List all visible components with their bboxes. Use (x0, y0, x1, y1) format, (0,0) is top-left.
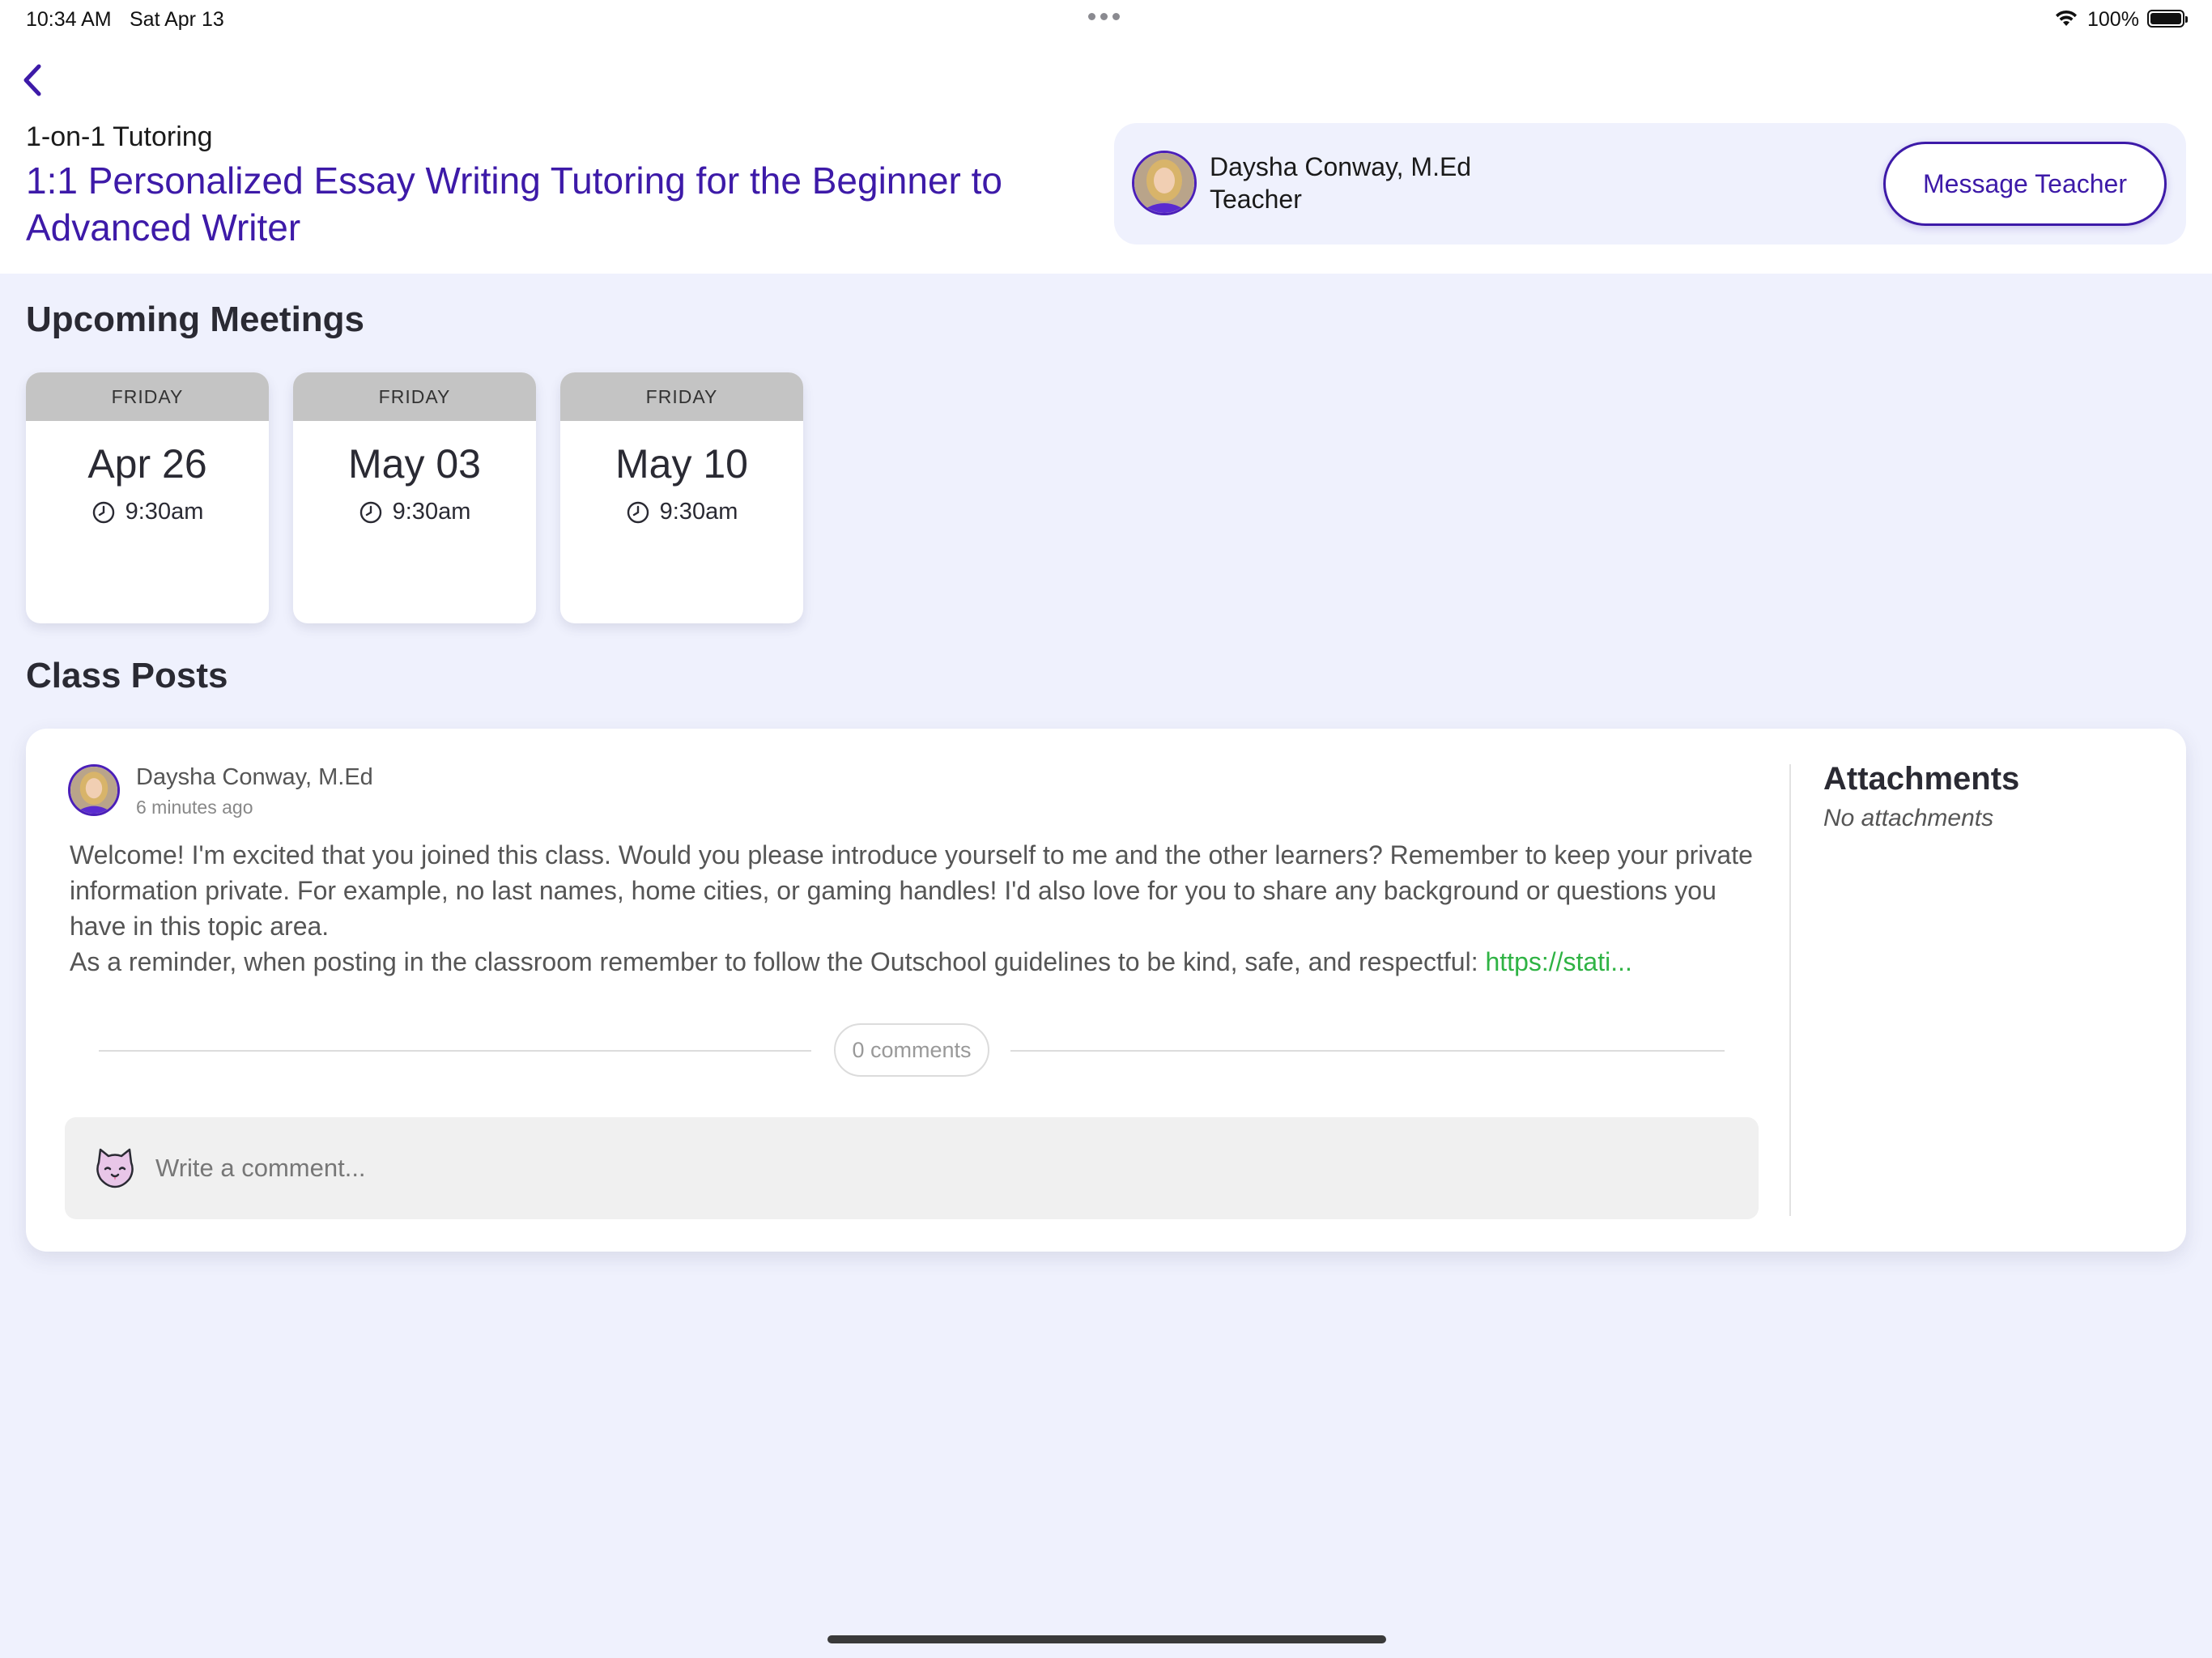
comments-count-button[interactable]: 0 comments (834, 1023, 989, 1077)
cat-mascot-icon (96, 1148, 134, 1188)
meeting-card[interactable]: FRIDAY May 10 9:30am (560, 372, 803, 623)
meeting-card[interactable]: FRIDAY May 03 9:30am (293, 372, 536, 623)
guidelines-link[interactable]: https://stati... (1485, 947, 1631, 976)
wifi-icon (2056, 10, 2077, 26)
post-timestamp: 6 minutes ago (136, 797, 253, 818)
comments-divider (99, 1050, 811, 1052)
meeting-date: Apr 26 (87, 441, 207, 487)
post-paragraph: Welcome! I'm excited that you joined thi… (70, 840, 1753, 941)
clock-icon (359, 501, 381, 523)
meeting-card[interactable]: FRIDAY Apr 26 9:30am (26, 372, 269, 623)
upcoming-meetings-title: Upcoming Meetings (26, 300, 365, 339)
meeting-day: FRIDAY (560, 372, 803, 421)
teacher-name: Daysha Conway, M.Ed (1210, 152, 1472, 181)
attachments-title: Attachments (1823, 761, 2020, 797)
post-paragraph: As a reminder, when posting in the class… (70, 944, 1770, 980)
meeting-date: May 03 (348, 441, 481, 487)
comment-input[interactable] (155, 1150, 1694, 1187)
home-indicator[interactable] (827, 1635, 1386, 1643)
meeting-time: 9:30am (125, 499, 204, 525)
post-author-avatar[interactable] (68, 764, 120, 816)
post-author-name[interactable]: Daysha Conway, M.Ed (136, 764, 373, 791)
clock-icon (627, 501, 649, 523)
class-posts-title: Class Posts (26, 656, 228, 695)
meeting-time-row: 9:30am (293, 499, 536, 525)
comments-divider (1010, 1050, 1725, 1052)
message-teacher-button[interactable]: Message Teacher (1883, 142, 2167, 226)
teacher-avatar[interactable] (1132, 151, 1197, 215)
multitasking-dots-icon[interactable] (1088, 13, 1120, 20)
post-body: Welcome! I'm excited that you joined thi… (70, 837, 1770, 980)
battery-percent: 100% (2087, 8, 2139, 31)
meeting-date: May 10 (615, 441, 748, 487)
battery-icon (2147, 10, 2188, 28)
meeting-day: FRIDAY (26, 372, 269, 421)
attachments-empty-text: No attachments (1823, 805, 1994, 831)
class-title: 1:1 Personalized Essay Writing Tutoring … (26, 159, 1003, 249)
chevron-left-icon[interactable] (18, 60, 47, 100)
status-date: Sat Apr 13 (130, 8, 224, 31)
clock-icon (92, 501, 114, 523)
status-bar (0, 0, 2212, 40)
meeting-time-row: 9:30am (560, 499, 803, 525)
post-reminder-text: As a reminder, when posting in the class… (70, 947, 1486, 976)
attachments-separator (1789, 764, 1791, 1216)
teacher-role: Teacher (1210, 185, 1302, 214)
meeting-day: FRIDAY (293, 372, 536, 421)
meeting-time: 9:30am (659, 499, 738, 525)
meeting-time: 9:30am (392, 499, 471, 525)
status-time: 10:34 AM (26, 8, 112, 31)
meeting-time-row: 9:30am (26, 499, 269, 525)
class-type-label: 1-on-1 Tutoring (26, 121, 213, 152)
